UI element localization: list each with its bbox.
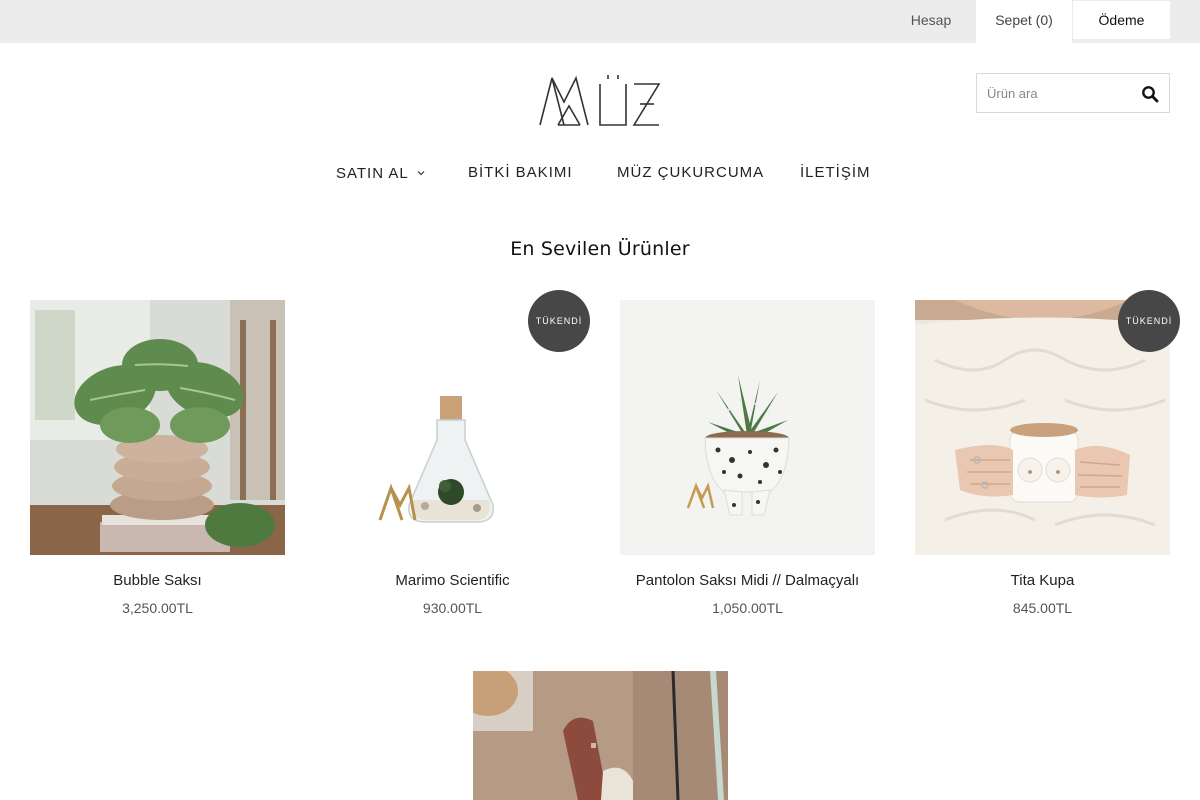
product-price: 930.00TL (422, 600, 483, 616)
sold-out-badge: TÜKENDİ (1118, 290, 1180, 352)
product-card[interactable] (473, 671, 728, 800)
chevron-down-icon (417, 162, 425, 176)
main-nav: SATIN AL BİTKİ BAKIMI MÜZ ÇUKURCUMA İLET… (0, 162, 1200, 186)
product-image[interactable] (473, 671, 728, 800)
nav-item-iletisim[interactable]: İLETİŞİM (800, 162, 871, 184)
nav-item-muz-cukurcuma[interactable]: MÜZ ÇUKURCUMA (617, 162, 764, 184)
search-box (976, 73, 1170, 113)
product-price: 845.00TL (1012, 600, 1073, 616)
account-link[interactable]: Hesap (896, 0, 966, 42)
product-name[interactable]: Tita Kupa (885, 572, 1200, 589)
nav-item-label: SATIN AL (336, 165, 409, 182)
section-title: En Sevilen Ürünler (510, 238, 690, 260)
checkout-link[interactable]: Ödeme (1073, 1, 1170, 39)
nav-item-satin-al[interactable]: SATIN AL (336, 162, 425, 185)
product-name[interactable]: Marimo Scientific (295, 572, 610, 589)
site-logo[interactable] (538, 72, 662, 130)
search-input[interactable] (977, 74, 1137, 112)
product-image[interactable] (30, 300, 285, 555)
product-image[interactable] (620, 300, 875, 555)
product-price: 3,250.00TL (122, 600, 193, 616)
product-name[interactable]: Bubble Saksı (0, 572, 315, 589)
nav-item-bitki-bakimi[interactable]: BİTKİ BAKIMI (468, 162, 573, 184)
top-utility-bar: Hesap Sepet (0) Ödeme (0, 0, 1200, 43)
sold-out-badge: TÜKENDİ (528, 290, 590, 352)
product-price: 1,050.00TL (712, 600, 783, 616)
product-name[interactable]: Pantolon Saksı Midi // Dalmaçyalı (590, 572, 905, 589)
search-icon[interactable] (1141, 85, 1159, 103)
cart-link[interactable]: Sepet (0) (976, 0, 1072, 43)
